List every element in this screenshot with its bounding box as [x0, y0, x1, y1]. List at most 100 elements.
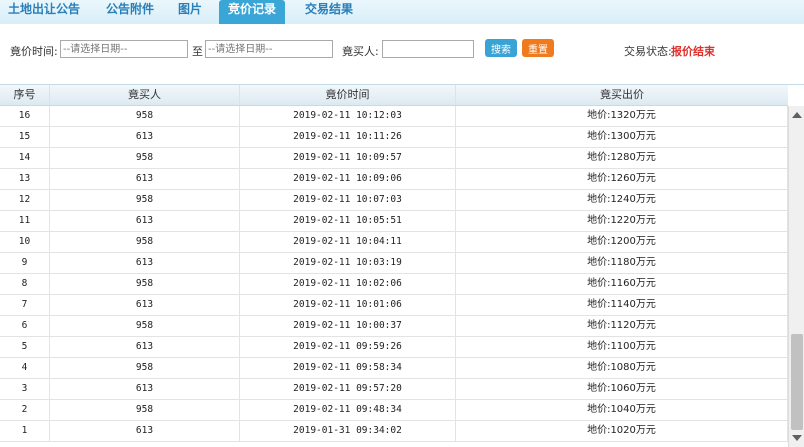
table-row: 9 613 2019-02-11 10:03:19 地价:1180万元 — [0, 253, 788, 274]
cell-time: 2019-02-11 10:00:37 — [240, 316, 456, 336]
table-row: 4 958 2019-02-11 09:58:34 地价:1080万元 — [0, 358, 788, 379]
cell-bidder: 613 — [50, 337, 240, 357]
cell-bidder: 958 — [50, 400, 240, 420]
table-row: 2 958 2019-02-11 09:48:34 地价:1040万元 — [0, 400, 788, 421]
bid-records-table: 序号 竟买人 竟价时间 竟买出价 16 958 2019-02-11 10:12:0… — [0, 84, 804, 447]
filter-bar: 竟价时间: 至 竟买人: 搜索 重置 交易状态: 报价结束 — [0, 24, 804, 84]
cell-time: 2019-02-11 10:02:06 — [240, 274, 456, 294]
reset-button[interactable]: 重置 — [522, 39, 554, 57]
cell-price: 地价:1300万元 — [456, 127, 788, 147]
table-row: 11 613 2019-02-11 10:05:51 地价:1220万元 — [0, 211, 788, 232]
scroll-up-arrow-icon[interactable] — [792, 112, 802, 118]
cell-price: 地价:1320万元 — [456, 106, 788, 126]
table-row: 10 958 2019-02-11 10:04:11 地价:1200万元 — [0, 232, 788, 253]
cell-no: 5 — [0, 337, 50, 357]
table-row: 12 958 2019-02-11 10:07:03 地价:1240万元 — [0, 190, 788, 211]
cell-bidder: 958 — [50, 316, 240, 336]
cell-price: 地价:1020万元 — [456, 421, 788, 441]
table-row: 7 613 2019-02-11 10:01:06 地价:1140万元 — [0, 295, 788, 316]
bidder-input[interactable] — [382, 40, 474, 58]
table-row: 14 958 2019-02-11 10:09:57 地价:1280万元 — [0, 148, 788, 169]
vertical-scrollbar[interactable] — [788, 106, 804, 447]
cell-time: 2019-02-11 10:01:06 — [240, 295, 456, 315]
cell-price: 地价:1080万元 — [456, 358, 788, 378]
cell-bidder: 613 — [50, 169, 240, 189]
cell-price: 地价:1280万元 — [456, 148, 788, 168]
cell-no: 15 — [0, 127, 50, 147]
cell-no: 12 — [0, 190, 50, 210]
cell-price: 地价:1040万元 — [456, 400, 788, 420]
tab-transaction-result[interactable]: 交易结果 — [297, 0, 361, 24]
cell-time: 2019-02-11 10:09:06 — [240, 169, 456, 189]
cell-bidder: 613 — [50, 421, 240, 441]
cell-bidder: 613 — [50, 295, 240, 315]
tab-land-transfer-notice[interactable]: 土地出让公告 — [4, 0, 84, 24]
cell-price: 地价:1240万元 — [456, 190, 788, 210]
table-row: 15 613 2019-02-11 10:11:26 地价:1300万元 — [0, 127, 788, 148]
scrollbar-thumb[interactable] — [791, 334, 803, 430]
header-no: 序号 — [0, 85, 50, 105]
cell-time: 2019-02-11 09:59:26 — [240, 337, 456, 357]
cell-bidder: 613 — [50, 211, 240, 231]
cell-no: 1 — [0, 421, 50, 441]
cell-no: 13 — [0, 169, 50, 189]
cell-no: 9 — [0, 253, 50, 273]
cell-time: 2019-02-11 10:05:51 — [240, 211, 456, 231]
cell-time: 2019-02-11 09:48:34 — [240, 400, 456, 420]
cell-time: 2019-02-11 10:07:03 — [240, 190, 456, 210]
cell-bidder: 958 — [50, 274, 240, 294]
cell-time: 2019-02-11 10:04:11 — [240, 232, 456, 252]
scroll-down-arrow-icon[interactable] — [792, 435, 802, 441]
cell-bidder: 613 — [50, 127, 240, 147]
cell-no: 11 — [0, 211, 50, 231]
tab-images[interactable]: 图片 — [172, 0, 208, 24]
header-bid-time: 竟价时间 — [240, 85, 456, 105]
cell-no: 6 — [0, 316, 50, 336]
tab-notice-attachments[interactable]: 公告附件 — [98, 0, 162, 24]
cell-no: 14 — [0, 148, 50, 168]
cell-time: 2019-02-11 10:09:57 — [240, 148, 456, 168]
date-from-input[interactable] — [60, 40, 188, 58]
cell-time: 2019-02-11 10:03:19 — [240, 253, 456, 273]
to-label: 至 — [192, 45, 203, 58]
date-to-input[interactable] — [205, 40, 333, 58]
cell-price: 地价:1200万元 — [456, 232, 788, 252]
tab-bar: 土地出让公告 公告附件 图片 竞价记录 交易结果 — [0, 0, 804, 25]
cell-bidder: 958 — [50, 232, 240, 252]
cell-bidder: 958 — [50, 148, 240, 168]
header-bid-price: 竟买出价 — [600, 88, 644, 101]
header-bidder: 竟买人 — [50, 85, 240, 105]
cell-price: 地价:1100万元 — [456, 337, 788, 357]
cell-time: 2019-02-11 10:11:26 — [240, 127, 456, 147]
cell-bidder: 958 — [50, 190, 240, 210]
cell-price: 地价:1180万元 — [456, 253, 788, 273]
cell-time: 2019-02-11 09:57:20 — [240, 379, 456, 399]
cell-time: 2019-02-11 09:58:34 — [240, 358, 456, 378]
cell-bidder: 613 — [50, 379, 240, 399]
cell-time: 2019-01-31 09:34:02 — [240, 421, 456, 441]
cell-price: 地价:1220万元 — [456, 211, 788, 231]
cell-no: 8 — [0, 274, 50, 294]
table-row: 6 958 2019-02-11 10:00:37 地价:1120万元 — [0, 316, 788, 337]
tab-bid-records[interactable]: 竞价记录 — [219, 0, 285, 24]
cell-no: 7 — [0, 295, 50, 315]
cell-price: 地价:1120万元 — [456, 316, 788, 336]
cell-no: 16 — [0, 106, 50, 126]
table-row: 3 613 2019-02-11 09:57:20 地价:1060万元 — [0, 379, 788, 400]
cell-price: 地价:1140万元 — [456, 295, 788, 315]
cell-no: 4 — [0, 358, 50, 378]
table-row: 8 958 2019-02-11 10:02:06 地价:1160万元 — [0, 274, 788, 295]
table-row: 5 613 2019-02-11 09:59:26 地价:1100万元 — [0, 337, 788, 358]
cell-no: 3 — [0, 379, 50, 399]
cell-bidder: 613 — [50, 253, 240, 273]
table-row: 1 613 2019-01-31 09:34:02 地价:1020万元 — [0, 421, 788, 442]
cell-price: 地价:1260万元 — [456, 169, 788, 189]
cell-no: 2 — [0, 400, 50, 420]
cell-bidder: 958 — [50, 358, 240, 378]
status-value: 报价结束 — [671, 45, 715, 58]
status-label: 交易状态: — [624, 45, 672, 58]
table-header: 序号 竟买人 竟价时间 竟买出价 — [0, 85, 788, 106]
table-body: 16 958 2019-02-11 10:12:03 地价:1320万元 15 613 2… — [0, 106, 788, 447]
table-row: 16 958 2019-02-11 10:12:03 地价:1320万元 — [0, 106, 788, 127]
search-button[interactable]: 搜索 — [485, 39, 517, 57]
